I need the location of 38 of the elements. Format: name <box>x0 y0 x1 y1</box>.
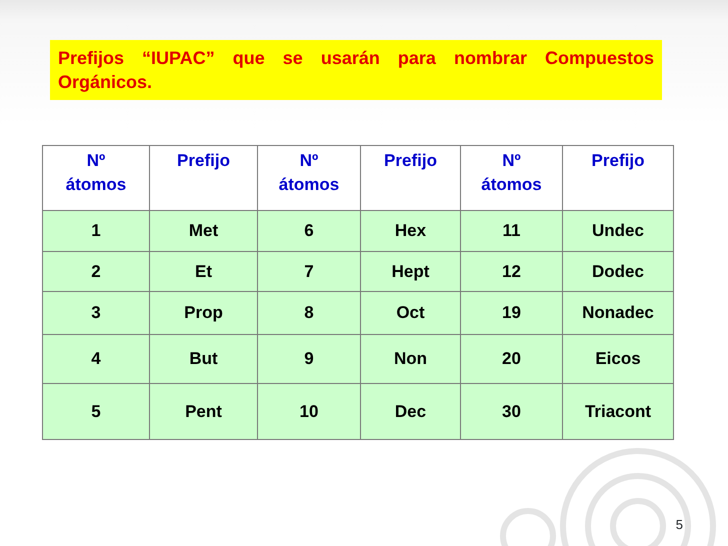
table-cell: Non <box>360 334 460 384</box>
table-cell: 30 <box>460 384 562 440</box>
table-cell: 3 <box>42 292 150 334</box>
column-header: Nº átomos <box>258 146 360 210</box>
table-cell: Oct <box>360 292 460 334</box>
table-cell: Triacont <box>562 384 674 440</box>
table-cell: Prop <box>150 292 258 334</box>
table-cell: Et <box>150 252 258 292</box>
table-cell: 8 <box>258 292 360 334</box>
column-header: Prefijo <box>360 146 460 210</box>
table-cell: 2 <box>42 252 150 292</box>
table-cell: Pent <box>150 384 258 440</box>
table-cell: Eicos <box>562 334 674 384</box>
page-number: 5 <box>676 516 683 534</box>
table-cell: 10 <box>258 384 360 440</box>
column-header: Nº átomos <box>42 146 150 210</box>
table-cell: Nonadec <box>562 292 674 334</box>
table-cell: 5 <box>42 384 150 440</box>
slide-title: Prefijos “IUPAC” que se usarán para nombrar Compuestos Orgánicos. <box>50 40 662 100</box>
table-cell: 11 <box>460 210 562 252</box>
table-cell: But <box>150 334 258 384</box>
table-cell: Undec <box>562 210 674 252</box>
table-cell: Hept <box>360 252 460 292</box>
table-cell: 12 <box>460 252 562 292</box>
table-cell: 9 <box>258 334 360 384</box>
table-cell: Hex <box>360 210 460 252</box>
column-header: Prefijo <box>562 146 674 210</box>
table-cell: 6 <box>258 210 360 252</box>
column-header: Nº átomos <box>460 146 562 210</box>
table-cell: 19 <box>460 292 562 334</box>
table-cell: 7 <box>258 252 360 292</box>
table-cell: Met <box>150 210 258 252</box>
table-cell: 1 <box>42 210 150 252</box>
table-cell: Dec <box>360 384 460 440</box>
table-cell: 20 <box>460 334 562 384</box>
column-header: Prefijo <box>150 146 258 210</box>
table-cell: Dodec <box>562 252 674 292</box>
table-cell: 4 <box>42 334 150 384</box>
